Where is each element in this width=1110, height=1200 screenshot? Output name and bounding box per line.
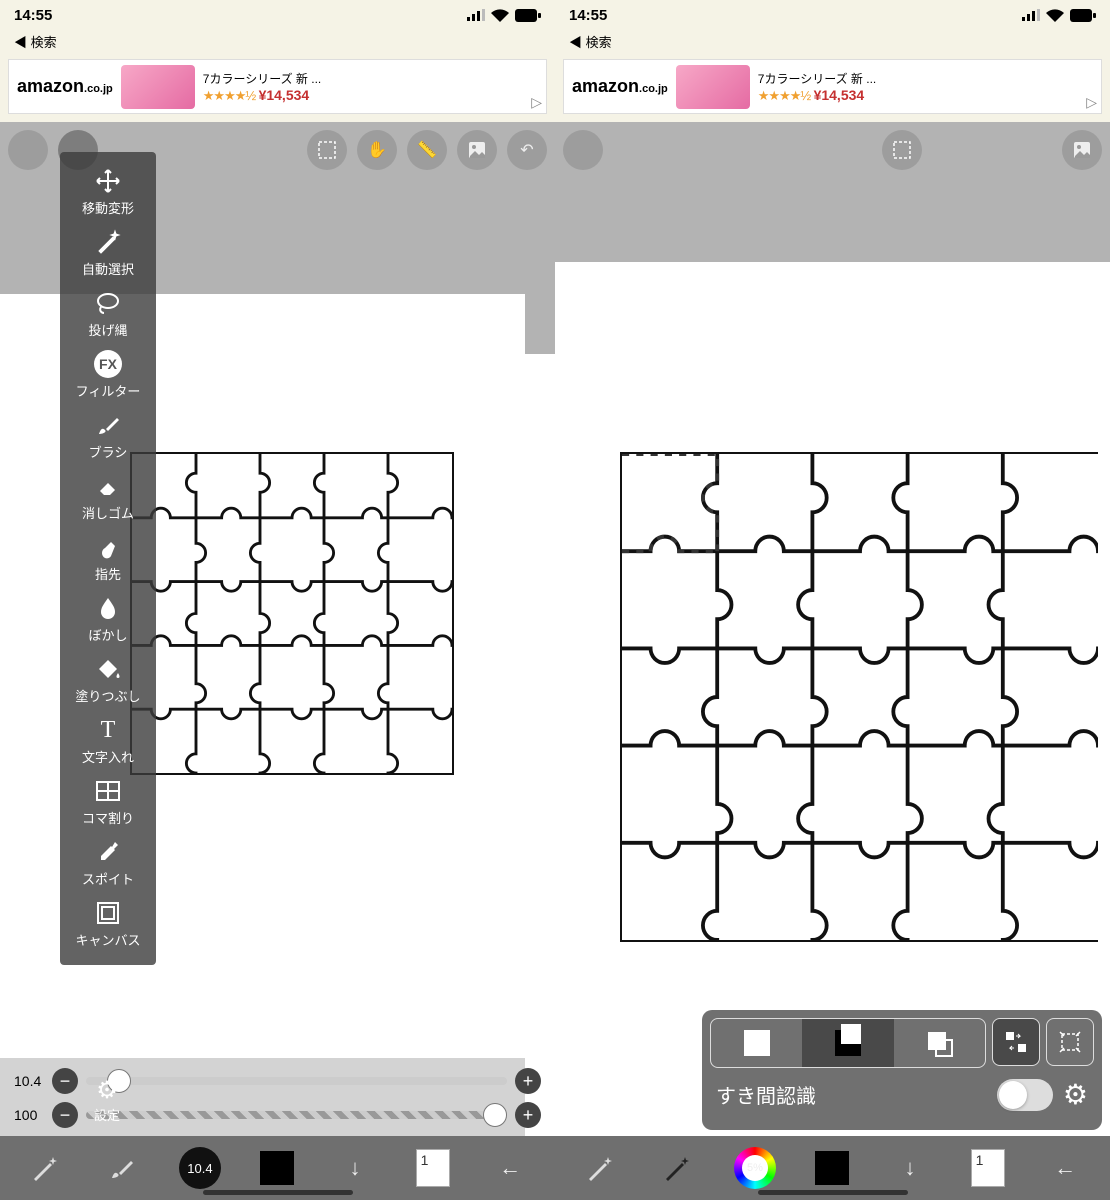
tool-bucket[interactable]: 塗りつぶし: [60, 650, 156, 711]
tool-canvas[interactable]: キャンバス: [60, 894, 156, 955]
ad-banner[interactable]: amazon.co.jp 7カラーシリーズ 新 ... ★★★★½ ¥14,53…: [563, 59, 1102, 114]
tool-wand[interactable]: 自動選択: [60, 223, 156, 284]
tool-eraser[interactable]: 消しゴム: [60, 467, 156, 528]
tool-settings[interactable]: ⚙設定: [94, 1076, 120, 1124]
home-indicator[interactable]: [203, 1190, 353, 1195]
reference-icon[interactable]: [457, 130, 497, 170]
tool-smudge[interactable]: 指先: [60, 528, 156, 589]
ruler-icon[interactable]: 📏: [407, 130, 447, 170]
opacity-value: 100: [14, 1107, 44, 1123]
back-icon[interactable]: ←: [486, 1144, 534, 1192]
status-time: 14:55: [14, 7, 52, 24]
selection-panel: すき間認識 ⚙: [702, 1010, 1102, 1130]
ad-text: 7カラーシリーズ 新 ... ★★★★½ ¥14,534: [203, 70, 538, 104]
hand-icon[interactable]: ✋: [357, 130, 397, 170]
download-icon[interactable]: ↓: [886, 1144, 934, 1192]
tool-frame[interactable]: コマ割り: [60, 772, 156, 833]
opacity-minus[interactable]: −: [52, 1102, 78, 1128]
mode-subtract[interactable]: [894, 1019, 985, 1067]
snap-icon[interactable]: [992, 1018, 1040, 1066]
ad-text: 7カラーシリーズ 新 ... ★★★★½ ¥14,534: [758, 70, 1093, 104]
phone-left: 14:55 ◀ 検索 amazon.co.jp 7カラーシリーズ 新 ... ★…: [0, 0, 555, 1200]
signal-icon: [467, 9, 485, 21]
wifi-icon: [1046, 9, 1064, 22]
select-rect-icon[interactable]: [307, 130, 347, 170]
tool-filter[interactable]: FXフィルター: [60, 345, 156, 406]
expand-selection-icon[interactable]: [1046, 1018, 1094, 1066]
battery-icon: [515, 9, 541, 22]
ad-choices-icon[interactable]: ▷: [531, 94, 542, 111]
tool-panel: 移動変形 自動選択 投げ縄 FXフィルター ブラシ 消しゴム 指先 ぼかし 塗り…: [60, 152, 156, 965]
menu-button[interactable]: [563, 130, 603, 170]
size-slider[interactable]: [86, 1077, 507, 1085]
back-to-search[interactable]: ◀ 検索: [555, 30, 1110, 55]
reference-icon[interactable]: [1062, 130, 1102, 170]
select-rect-icon[interactable]: [882, 130, 922, 170]
wand-alt-icon[interactable]: [653, 1144, 701, 1192]
ad-brand: amazon.co.jp: [572, 76, 668, 97]
top-toolbar: [555, 128, 1110, 172]
download-icon[interactable]: ↓: [331, 1144, 379, 1192]
opacity-plus[interactable]: +: [515, 1102, 541, 1128]
menu-button[interactable]: [8, 130, 48, 170]
ad-product-image: [676, 65, 750, 109]
tool-text[interactable]: T文字入れ: [60, 711, 156, 772]
puzzle-drawing: [620, 452, 1098, 942]
gap-detect-label: すき間認識: [716, 1080, 816, 1109]
ad-product-image: [121, 65, 195, 109]
wifi-icon: [491, 9, 509, 22]
ad-banner[interactable]: amazon.co.jp 7カラーシリーズ 新 ... ★★★★½ ¥14,53…: [8, 59, 547, 114]
drawing-app: ✋ 📏 ↶ 移動変形 自動選択: [0, 122, 555, 1200]
ad-brand: amazon.co.jp: [17, 76, 113, 97]
gap-detect-switch[interactable]: [997, 1079, 1053, 1111]
phone-right: 14:55 ◀ 検索 amazon.co.jp 7カラーシリーズ 新 ... ★…: [555, 0, 1110, 1200]
color-swatch[interactable]: [253, 1144, 301, 1192]
tool-eyedropper[interactable]: スポイト: [60, 833, 156, 894]
wand-quick-icon[interactable]: [576, 1144, 624, 1192]
back-icon[interactable]: ←: [1041, 1144, 1089, 1192]
mode-add[interactable]: [802, 1019, 893, 1067]
status-bar: 14:55: [0, 0, 555, 30]
battery-icon: [1070, 9, 1096, 22]
panel-settings-icon[interactable]: ⚙: [1063, 1078, 1088, 1111]
status-bar: 14:55: [555, 0, 1110, 30]
selection-mode-segment: [710, 1018, 986, 1068]
brush-quick-icon[interactable]: [98, 1144, 146, 1192]
tool-blur[interactable]: ぼかし: [60, 589, 156, 650]
undo-icon[interactable]: ↶: [507, 130, 547, 170]
size-minus[interactable]: −: [52, 1068, 78, 1094]
signal-icon: [1022, 9, 1040, 21]
mode-replace[interactable]: [711, 1019, 802, 1067]
tool-move[interactable]: 移動変形: [60, 162, 156, 223]
status-time: 14:55: [569, 7, 607, 24]
home-indicator[interactable]: [758, 1190, 908, 1195]
puzzle-drawing: [130, 452, 454, 775]
back-to-search[interactable]: ◀ 検索: [0, 30, 555, 55]
ad-choices-icon[interactable]: ▷: [1086, 94, 1097, 111]
drawing-app: すき間認識 ⚙ ↓ ←: [555, 122, 1110, 1200]
slider-panel: 10.4 − + 100 − +: [0, 1058, 555, 1136]
wand-quick-icon[interactable]: [21, 1144, 69, 1192]
layers-button[interactable]: [964, 1144, 1012, 1192]
tool-lasso[interactable]: 投げ縄: [60, 284, 156, 345]
layers-button[interactable]: [409, 1144, 457, 1192]
size-value: 10.4: [14, 1073, 44, 1089]
color-swatch[interactable]: [808, 1144, 856, 1192]
opacity-slider[interactable]: [86, 1111, 507, 1119]
tool-brush[interactable]: ブラシ: [60, 406, 156, 467]
color-wheel-button[interactable]: [731, 1144, 779, 1192]
size-plus[interactable]: +: [515, 1068, 541, 1094]
brush-size-button[interactable]: 10.4: [176, 1144, 224, 1192]
